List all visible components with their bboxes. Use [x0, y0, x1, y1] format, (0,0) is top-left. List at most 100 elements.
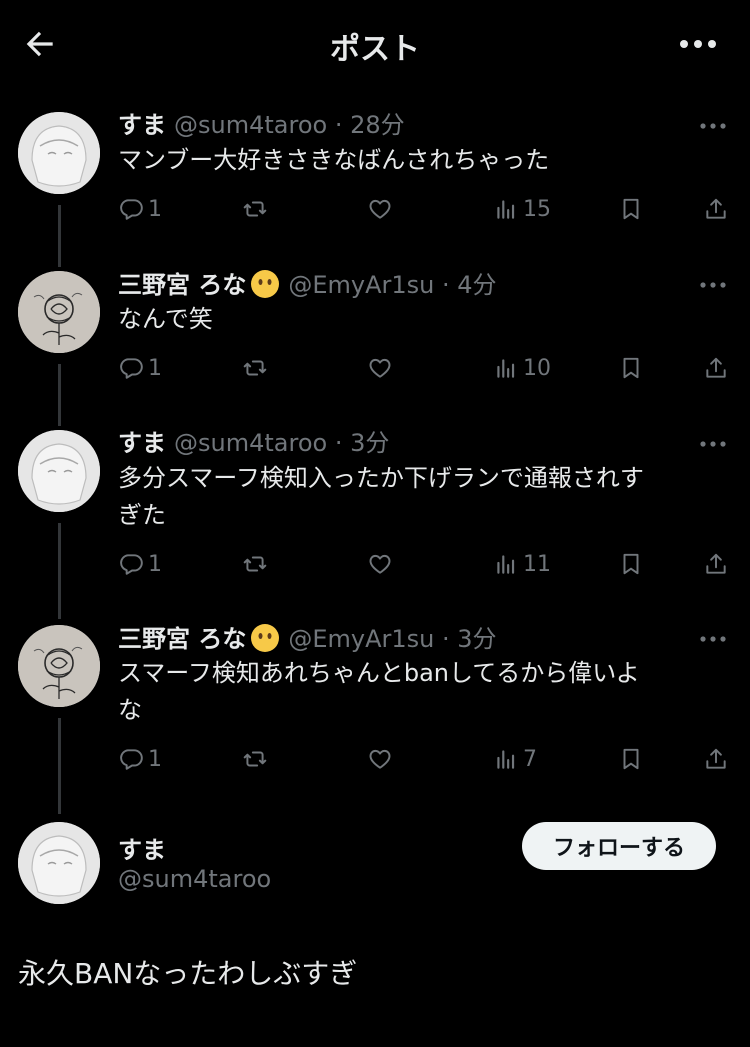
avatar-illustration [18, 625, 100, 707]
more-options-button[interactable] [676, 26, 720, 62]
like-button[interactable] [367, 193, 397, 225]
view-count: 10 [523, 355, 551, 381]
avatar-illustration [18, 822, 100, 904]
author-name[interactable]: 三野宮 ろな [118, 271, 246, 299]
view-count: 11 [523, 551, 551, 577]
post-more-button[interactable] [698, 434, 728, 454]
post-time: 3分 [457, 625, 497, 653]
views-button[interactable]: 11 [493, 548, 551, 580]
post-header: すま @sum4taroo · 3分 [118, 428, 389, 458]
like-button[interactable] [367, 743, 397, 775]
views-button[interactable]: 7 [493, 743, 537, 775]
retweet-button[interactable] [242, 548, 272, 580]
handle-text: @EmyAr1su [288, 271, 435, 299]
avatar[interactable] [18, 625, 100, 707]
post-text: 多分スマーフ検知入ったか下げランで通報されす ぎた [118, 460, 718, 534]
post-more-button[interactable] [698, 275, 728, 295]
bookmark-button[interactable] [618, 352, 644, 384]
post-actions: 1 11 [118, 548, 734, 580]
more-horizontal-icon [700, 441, 726, 447]
retweet-button[interactable] [242, 193, 272, 225]
analytics-icon [497, 750, 515, 769]
author-name[interactable]: 三野宮 ろな [118, 625, 246, 653]
reply-count: 1 [148, 196, 162, 222]
share-icon [706, 748, 726, 769]
bookmark-button[interactable] [618, 193, 644, 225]
author-handle[interactable]: @EmyAr1su · 4分 [288, 271, 496, 299]
like-button[interactable] [367, 548, 397, 580]
reply-count: 1 [148, 355, 162, 381]
analytics-icon [497, 200, 515, 219]
reply-button[interactable]: 1 [118, 743, 162, 775]
share-button[interactable] [703, 548, 729, 580]
share-icon [706, 357, 726, 378]
retweet-button[interactable] [242, 352, 272, 384]
bookmark-icon [623, 198, 639, 220]
author-handle[interactable]: @EmyAr1su · 3分 [288, 625, 496, 653]
heart-icon [369, 554, 391, 574]
post-more-button[interactable] [698, 629, 728, 649]
handle-text: @EmyAr1su [288, 625, 435, 653]
retweet-icon [243, 751, 267, 767]
post-time: 4分 [457, 271, 497, 299]
retweet-button[interactable] [242, 743, 272, 775]
post-more-button[interactable] [698, 116, 728, 136]
author-handle[interactable]: @sum4taroo [118, 865, 271, 893]
no-mouth-face-icon [251, 624, 280, 652]
post-text: なんで笑 [118, 301, 718, 338]
post-text: スマーフ検知あれちゃんとbanしてるから偉いよな [118, 655, 718, 729]
post-actions: 1 15 [118, 193, 734, 225]
reply-icon [120, 749, 143, 770]
views-button[interactable]: 10 [493, 352, 551, 384]
analytics-icon [497, 555, 515, 574]
heart-icon [369, 199, 391, 219]
view-count: 7 [523, 746, 537, 772]
author-name[interactable]: すま [118, 830, 166, 865]
top-bar: ポスト [0, 0, 750, 90]
thread-post[interactable]: 三野宮 ろな @EmyAr1su · 4分 なんで笑 1 10 [0, 269, 750, 441]
author-handle[interactable]: @sum4taroo · 28分 [174, 111, 405, 139]
thread-post[interactable]: すま @sum4taroo · 3分 多分スマーフ検知入ったか下げランで通報されす… [0, 428, 750, 600]
reply-button[interactable]: 1 [118, 548, 162, 580]
bookmark-icon [623, 357, 639, 379]
reply-button[interactable]: 1 [118, 193, 162, 225]
like-button[interactable] [367, 352, 397, 384]
author-name[interactable]: すま [118, 111, 166, 139]
avatar[interactable] [18, 112, 100, 194]
bookmark-button[interactable] [618, 548, 644, 580]
post-text-line: ぎた [118, 501, 166, 529]
post-actions: 1 10 [118, 352, 734, 384]
reply-icon [120, 199, 143, 220]
more-horizontal-icon [680, 40, 716, 48]
post-text: マンブー大好きさきなばんされちゃった [118, 142, 718, 179]
bookmark-button[interactable] [618, 743, 644, 775]
post-text-line: な [118, 696, 142, 724]
reply-count: 1 [148, 746, 162, 772]
avatar[interactable] [18, 822, 100, 904]
post-header: 三野宮 ろな @EmyAr1su · 4分 [118, 269, 497, 300]
post-time: 28分 [350, 111, 405, 139]
author-handle[interactable]: @sum4taroo · 3分 [174, 429, 389, 457]
post-time: 3分 [350, 429, 390, 457]
author-name[interactable]: すま [118, 429, 166, 457]
avatar[interactable] [18, 430, 100, 512]
follow-button[interactable]: フォローする [522, 822, 716, 870]
share-button[interactable] [703, 743, 729, 775]
share-button[interactable] [703, 352, 729, 384]
share-icon [706, 198, 726, 219]
thread-post[interactable]: すま @sum4taroo · 28分 マンブー大好きさきなばんされちゃった 1 … [0, 110, 750, 282]
views-button[interactable]: 15 [493, 193, 551, 225]
post-text-line: マンブー大好きさきなばんされちゃった [118, 146, 550, 174]
share-button[interactable] [703, 193, 729, 225]
handle-text: @sum4taroo [174, 429, 328, 457]
reply-count: 1 [148, 551, 162, 577]
heart-icon [369, 358, 391, 378]
reply-button[interactable]: 1 [118, 352, 162, 384]
thread-post[interactable]: 三野宮 ろな @EmyAr1su · 3分 スマーフ検知あれちゃんとbanしてる… [0, 623, 750, 795]
page-title: ポスト [330, 32, 420, 67]
more-horizontal-icon [700, 123, 726, 129]
reply-icon [120, 554, 143, 575]
avatar[interactable] [18, 271, 100, 353]
post-header: すま @sum4taroo · 28分 [118, 110, 405, 140]
post-header: 三野宮 ろな @EmyAr1su · 3分 [118, 623, 497, 654]
